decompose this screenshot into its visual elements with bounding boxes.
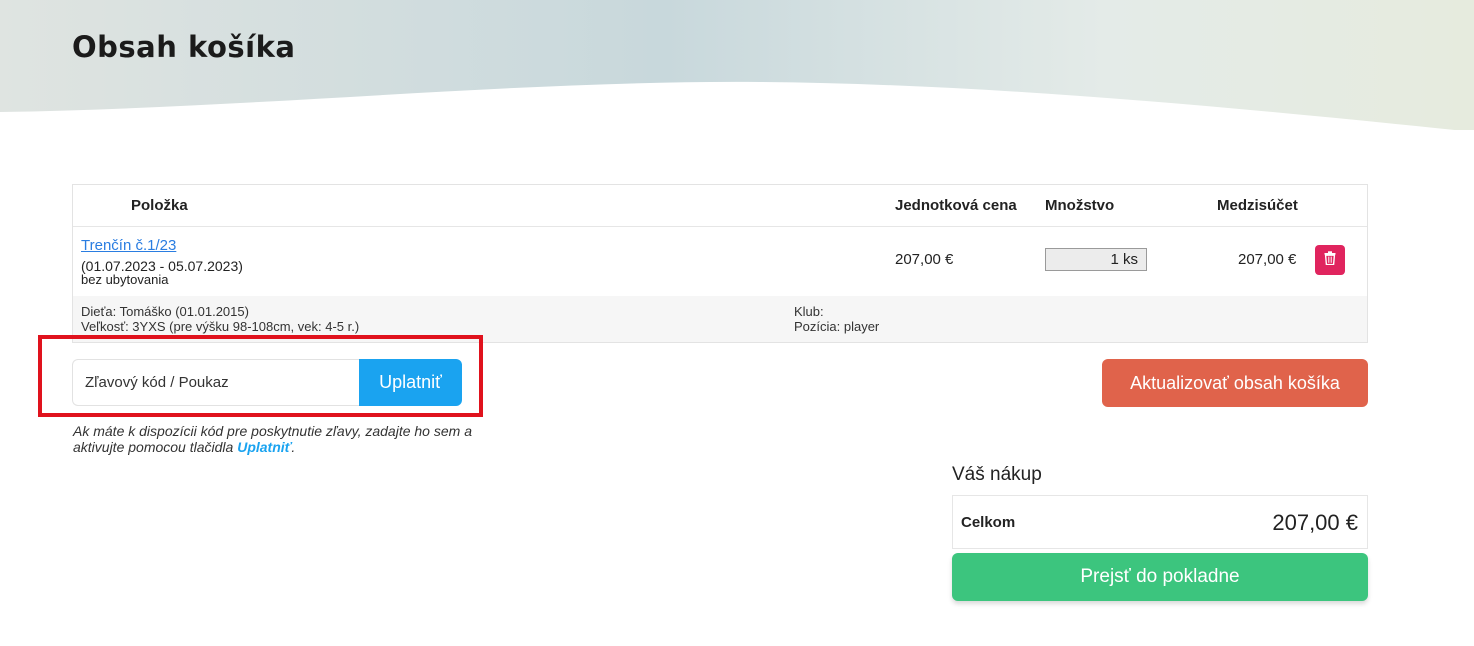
summary-box: Celkom 207,00 €: [952, 495, 1368, 549]
column-header-unit-price: Jednotková cena: [895, 197, 1017, 214]
item-unit-price: 207,00 €: [895, 251, 954, 268]
apply-coupon-button[interactable]: Uplatniť: [359, 359, 462, 406]
header-banner: Obsah košíka: [0, 0, 1474, 160]
coupon-hint: Ak máte k dispozícii kód pre poskytnutie…: [73, 423, 473, 455]
checkout-button[interactable]: Prejsť do pokladne: [952, 553, 1368, 601]
coupon-hint-end: .: [291, 439, 296, 455]
cart-table: Položka Jednotková cena Množstvo Medzisú…: [72, 184, 1368, 343]
detail-size: Veľkosť: 3YXS (pre výšku 98-108cm, vek: …: [81, 319, 360, 334]
update-cart-button[interactable]: Aktualizovať obsah košíka: [1102, 359, 1368, 407]
column-header-subtotal: Medzisúčet: [1217, 197, 1298, 214]
item-accommodation: bez ubytovania: [81, 272, 169, 287]
item-subtotal: 207,00 €: [1238, 251, 1297, 268]
detail-child: Dieťa: Tomáško (01.01.2015): [81, 304, 249, 319]
quantity-input[interactable]: 1 ks: [1045, 248, 1147, 271]
coupon-code-input[interactable]: Zľavový kód / Poukaz: [72, 359, 360, 406]
header-wave-background: [0, 0, 1474, 160]
column-header-item: Položka: [131, 197, 188, 214]
coupon-hint-link[interactable]: Uplatniť: [237, 439, 291, 455]
page-title: Obsah košíka: [72, 30, 296, 64]
total-label: Celkom: [961, 514, 1016, 531]
header-divider: [73, 226, 1367, 227]
trash-icon: [1324, 250, 1336, 270]
summary-title: Váš nákup: [952, 464, 1042, 485]
detail-position: Pozícia: player: [794, 319, 880, 334]
item-name-link[interactable]: Trenčín č.1/23: [81, 237, 176, 254]
detail-club: Klub:: [794, 304, 824, 319]
column-header-quantity: Množstvo: [1045, 197, 1115, 214]
delete-item-button[interactable]: [1315, 245, 1345, 275]
total-value: 207,00 €: [1272, 510, 1358, 535]
